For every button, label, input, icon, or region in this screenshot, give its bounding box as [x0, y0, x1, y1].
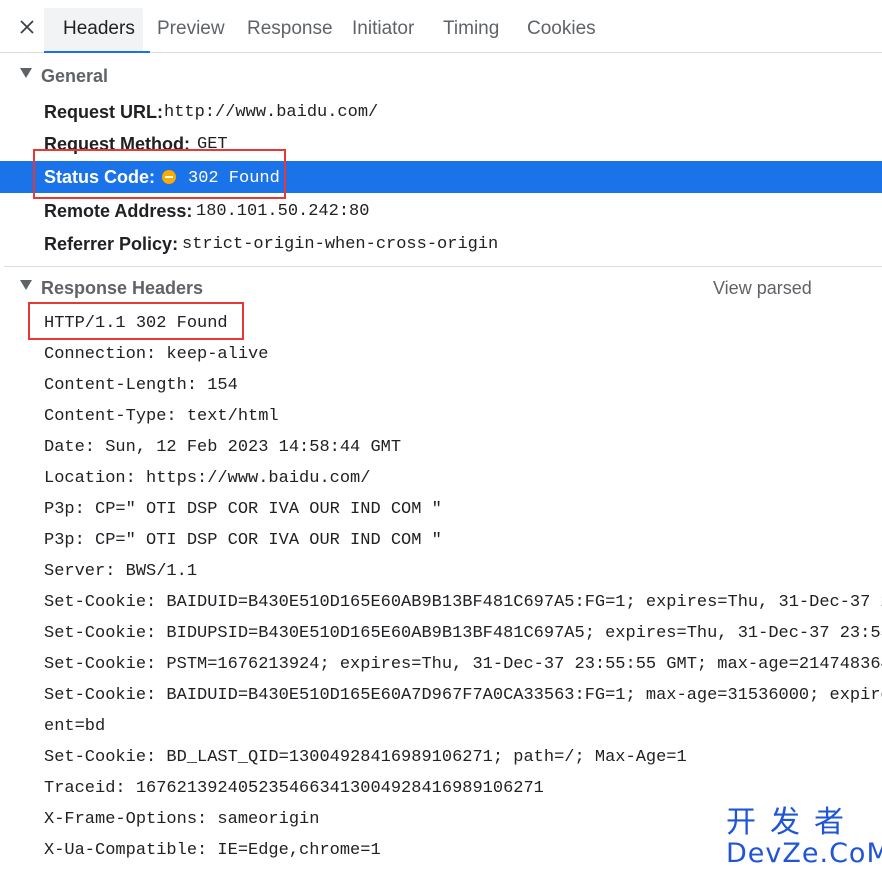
raw-header-line: X-Frame-Options: sameorigin: [44, 810, 320, 829]
expand-triangle-icon: [20, 68, 32, 78]
header-value: strict-origin-when-cross-origin: [182, 235, 499, 254]
raw-header-line: P3p: CP=" OTI DSP COR IVA OUR IND COM ": [44, 531, 442, 550]
raw-header-line: ent=bd: [44, 717, 106, 736]
raw-header-line: P3p: CP=" OTI DSP COR IVA OUR IND COM ": [44, 500, 442, 519]
general-row-remote-address[interactable]: Remote Address: 180.101.50.242:80: [0, 195, 882, 227]
close-panel-button[interactable]: [14, 14, 40, 40]
raw-header-line: X-Ua-Compatible: IE=Edge,chrome=1: [44, 841, 381, 860]
tab-headers[interactable]: Headers: [44, 0, 150, 53]
general-row-referrer-policy[interactable]: Referrer Policy: strict-origin-when-cros…: [0, 228, 882, 260]
raw-header-line: Location: https://www.baidu.com/: [44, 469, 371, 488]
header-value: 302 Found: [188, 169, 280, 188]
raw-header-line: Set-Cookie: BAIDUID=B430E510D165E60AB9B1…: [44, 593, 882, 612]
general-row-status-code[interactable]: Status Code: 302 Found: [0, 161, 882, 193]
raw-header-line: HTTP/1.1 302 Found: [44, 314, 228, 333]
raw-header-line: Content-Length: 154: [44, 376, 238, 395]
general-section-header[interactable]: General: [0, 62, 882, 90]
raw-header-line: Date: Sun, 12 Feb 2023 14:58:44 GMT: [44, 438, 402, 457]
general-section-title: General: [41, 66, 109, 86]
header-value: http://www.baidu.com/: [164, 103, 379, 122]
tab-timing[interactable]: Timing: [443, 0, 499, 52]
raw-header-line: Set-Cookie: PSTM=1676213924; expires=Thu…: [44, 655, 882, 674]
general-row-request-url[interactable]: Request URL: http://www.baidu.com/: [0, 96, 882, 128]
tab-response[interactable]: Response: [247, 0, 333, 52]
header-value: GET: [197, 135, 228, 154]
raw-header-line: Traceid: 1676213924052354663413004928416…: [44, 779, 544, 798]
raw-header-line: Set-Cookie: BD_LAST_QID=1300492841698910…: [44, 748, 687, 767]
response-headers-section-title: Response Headers: [41, 278, 204, 298]
view-parsed-link[interactable]: View parsed: [713, 276, 812, 300]
status-warning-icon: [162, 170, 176, 184]
close-icon: [20, 20, 34, 34]
general-row-request-method[interactable]: Request Method: GET: [0, 128, 882, 160]
devtools-tab-bar: Headers Preview Response Initiator Timin…: [0, 0, 882, 53]
tab-cookies[interactable]: Cookies: [527, 0, 596, 52]
header-name: Referrer Policy:: [44, 234, 179, 254]
raw-header-line: Set-Cookie: BAIDUID=B430E510D165E60A7D96…: [44, 686, 882, 705]
header-name: Request URL:: [44, 102, 164, 122]
tab-initiator[interactable]: Initiator: [352, 0, 414, 52]
raw-header-line: Content-Type: text/html: [44, 407, 279, 426]
header-value: 180.101.50.242:80: [196, 202, 370, 221]
header-name: Request Method:: [44, 134, 190, 154]
raw-header-line: Set-Cookie: BIDUPSID=B430E510D165E60AB9B…: [44, 624, 882, 643]
section-divider: [4, 266, 882, 267]
raw-header-line: Server: BWS/1.1: [44, 562, 198, 581]
header-name: Remote Address:: [44, 201, 193, 221]
expand-triangle-icon: [20, 280, 32, 290]
raw-header-line: Connection: keep-alive: [44, 345, 269, 364]
header-name: Status Code:: [44, 167, 156, 187]
tab-preview[interactable]: Preview: [157, 0, 225, 52]
